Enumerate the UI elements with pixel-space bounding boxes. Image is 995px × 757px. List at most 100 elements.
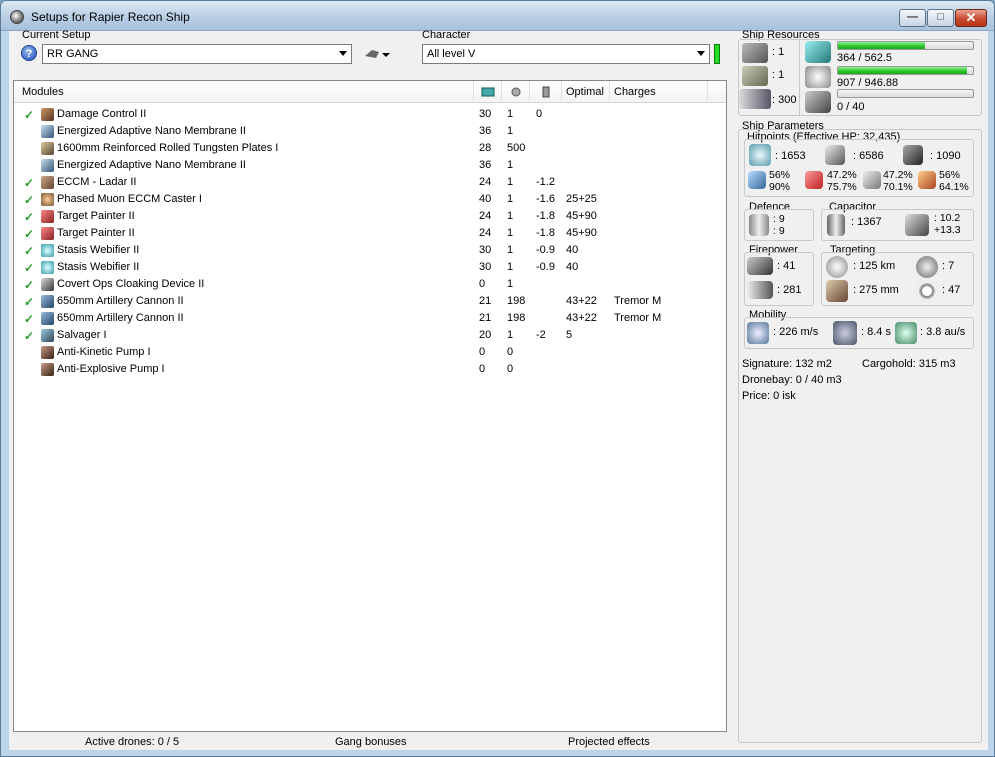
module-row[interactable]: ✓ 650mm Artillery Cannon II 21 198 43+22 Trem… — [14, 293, 726, 310]
character-select[interactable]: All level V — [422, 44, 710, 64]
module-row[interactable]: ✓ Target Painter II 24 1 -1.8 45+90 — [14, 225, 726, 242]
kinetic-resists: 47.2% 70.1% — [883, 169, 913, 193]
module-active-check-icon[interactable]: ✓ — [24, 329, 34, 343]
align-time: : 8.4 s — [861, 326, 891, 338]
col-header-powergrid[interactable] — [502, 81, 530, 103]
module-row[interactable]: ✓ Salvager I 20 1 -2 5 — [14, 327, 726, 344]
module-active-check-icon[interactable]: ✓ — [24, 278, 34, 292]
col-header-optimal[interactable]: Optimal — [562, 81, 610, 103]
col-header-charges[interactable]: Charges — [610, 81, 708, 103]
scan-resolution-icon — [826, 280, 848, 302]
module-row[interactable]: ✓ Target Painter II 24 1 -1.8 45+90 — [14, 208, 726, 225]
explosive-resists: 56% 64.1% — [939, 169, 969, 193]
cloaking-device-icon — [41, 278, 54, 291]
maximize-icon: □ — [937, 11, 944, 23]
module-active-check-icon[interactable]: ✓ — [24, 193, 34, 207]
col-header-capacitor[interactable] — [530, 81, 562, 103]
module-name: Damage Control II — [57, 108, 147, 120]
powergrid-value: 907 / 946.88 — [837, 77, 899, 89]
module-powergrid: 1 — [507, 227, 514, 239]
membrane-icon — [41, 125, 54, 138]
module-optimal: 45+90 — [566, 227, 597, 239]
minimize-button[interactable]: — — [899, 9, 926, 27]
module-name: 650mm Artillery Cannon II — [57, 295, 184, 307]
minimize-icon: — — [907, 11, 918, 23]
col-header-modules[interactable]: Modules — [14, 81, 474, 103]
module-row[interactable]: ✓ ECCM - Ladar II 24 1 -1.2 — [14, 174, 726, 191]
close-button[interactable]: ✕ — [955, 9, 987, 27]
module-name: Energized Adaptive Nano Membrane II — [57, 125, 246, 137]
module-name: Phased Muon ECCM Caster I — [57, 193, 202, 205]
module-name: Anti-Kinetic Pump I — [57, 346, 151, 358]
module-row[interactable]: ✓ Phased Muon ECCM Caster I 40 1 -1.6 25+25 — [14, 191, 726, 208]
module-cpu: 30 — [479, 261, 492, 273]
drone-bay-bar — [837, 89, 974, 98]
module-powergrid: 0 — [507, 363, 514, 375]
kinetic-resist-icon — [863, 171, 881, 189]
max-targets-icon — [916, 256, 938, 278]
module-row[interactable]: ✓ 650mm Artillery Cannon II 21 198 43+22 Trem… — [14, 310, 726, 327]
module-optimal: 40 — [566, 261, 579, 273]
rig-icon — [41, 363, 54, 376]
current-setup-select[interactable]: RR GANG — [42, 44, 352, 64]
artillery-icon — [41, 312, 54, 325]
module-active-check-icon[interactable]: ✓ — [24, 108, 34, 122]
module-optimal: 45+90 — [566, 210, 597, 222]
help-icon[interactable]: ? — [21, 45, 37, 61]
module-active-check-icon[interactable]: ✓ — [24, 227, 34, 241]
ship-menu-button[interactable] — [362, 44, 392, 64]
module-row[interactable]: ✓ Stasis Webifier II 30 1 -0.9 40 — [14, 242, 726, 259]
muon-caster-icon — [41, 193, 54, 206]
thermal-armor-resist: 75.7% — [827, 181, 857, 193]
character-value: All level V — [427, 48, 476, 60]
kinetic-armor-resist: 70.1% — [883, 181, 913, 193]
gang-bonuses-link[interactable]: Gang bonuses — [335, 736, 407, 748]
module-row[interactable]: ✓ Stasis Webifier II 30 1 -0.9 40 — [14, 259, 726, 276]
module-row[interactable]: ✓ Covert Ops Cloaking Device II 0 1 — [14, 276, 726, 293]
module-powergrid: 198 — [507, 295, 526, 307]
module-active-check-icon[interactable]: ✓ — [24, 176, 34, 190]
module-active-check-icon[interactable]: ✓ — [24, 210, 34, 224]
thermal-resists: 47.2% 75.7% — [827, 169, 857, 193]
module-capacitor: -1.8 — [536, 210, 555, 222]
client-area: Current Setup ? RR GANG Character All le… — [9, 29, 988, 750]
module-powergrid: 500 — [507, 142, 526, 154]
module-row[interactable]: 1600mm Reinforced Rolled Tungsten Plates… — [14, 140, 726, 157]
maximize-button[interactable]: □ — [927, 9, 954, 27]
col-header-cpu[interactable] — [474, 81, 502, 103]
module-row[interactable]: Anti-Explosive Pump I 0 0 — [14, 361, 726, 378]
calibration-value: : 300 — [772, 94, 797, 106]
module-charges: Tremor M — [614, 312, 662, 324]
armor-icon — [825, 145, 845, 165]
projected-effects-link[interactable]: Projected effects — [568, 736, 650, 748]
module-optimal: 43+22 — [566, 295, 597, 307]
cpu-icon — [805, 41, 831, 63]
armor-hp: : 6586 — [853, 150, 884, 162]
thermal-shield-resist: 47.2% — [827, 169, 857, 181]
module-row[interactable]: Energized Adaptive Nano Membrane II 36 1 — [14, 157, 726, 174]
stasis-webifier-icon — [41, 244, 54, 257]
launcher-slots-number: 1 — [778, 69, 785, 81]
module-active-check-icon[interactable]: ✓ — [24, 244, 34, 258]
eccm-icon — [41, 176, 54, 189]
module-row[interactable]: Energized Adaptive Nano Membrane II 36 1 — [14, 123, 726, 140]
module-optimal: 25+25 — [566, 193, 597, 205]
module-active-check-icon[interactable]: ✓ — [24, 261, 34, 275]
module-cpu: 24 — [479, 210, 492, 222]
target-painter-icon — [41, 210, 54, 223]
active-drones-text[interactable]: Active drones: 0 / 5 — [85, 736, 179, 748]
explosive-resist-icon — [918, 171, 936, 189]
module-capacitor: 0 — [536, 108, 543, 120]
sensor-strength-icon — [916, 280, 938, 302]
module-powergrid: 1 — [507, 210, 514, 222]
module-row[interactable]: Anti-Kinetic Pump I 0 0 — [14, 344, 726, 361]
capacitor-delta-2: +13.3 — [934, 224, 961, 236]
firepower-dps: : 41 — [777, 260, 796, 272]
module-row[interactable]: ✓ Damage Control II 30 1 0 — [14, 106, 726, 123]
module-active-check-icon[interactable]: ✓ — [24, 312, 34, 326]
cpu-bar-fill — [838, 42, 926, 49]
module-active-check-icon[interactable]: ✓ — [24, 295, 34, 309]
modules-list[interactable]: Modules Optimal Charges ✓ Damage Control … — [13, 80, 727, 732]
membrane-icon — [41, 159, 54, 172]
module-name: Stasis Webifier II — [57, 244, 140, 256]
